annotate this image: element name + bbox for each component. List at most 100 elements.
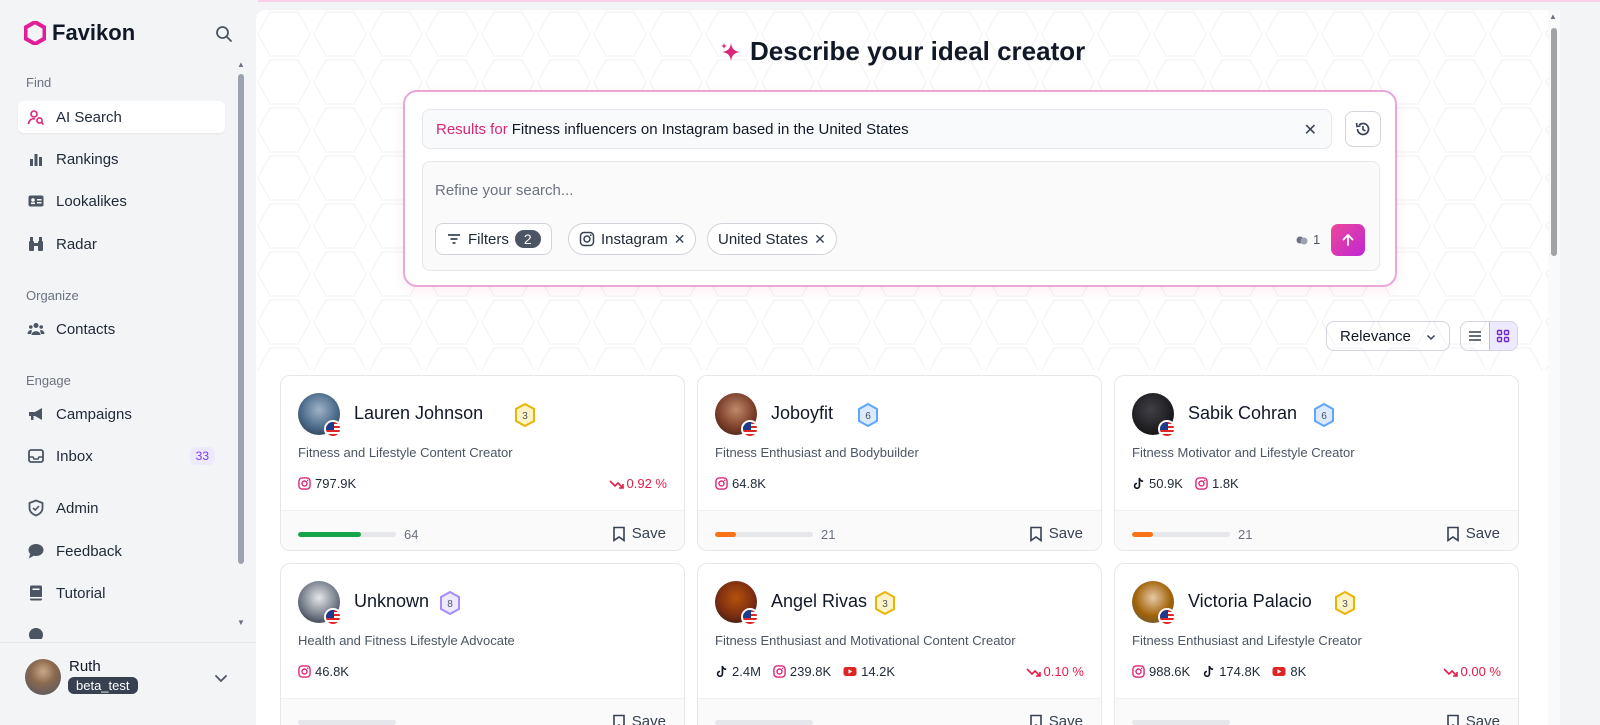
creator-stats: 988.6K 174.8K 8K [1132,664,1306,679]
stat-instagram: 64.8K [715,476,766,491]
sidebar-scrollbar[interactable]: ▲ ▼ [236,60,246,640]
user-role-badge: beta_test [68,677,138,694]
score-bar [298,532,396,537]
scrollbar-thumb[interactable] [1551,28,1557,256]
bar-chart-icon [30,154,42,166]
level-number: 6 [865,411,871,422]
card-footer: 21 Save [1115,510,1518,550]
sidebar-item-contacts[interactable]: Contacts [18,313,225,345]
view-toggle [1460,321,1518,351]
sidebar-item-inbox[interactable]: Inbox 33 [18,440,225,472]
save-label: Save [631,525,666,542]
save-label: Save [631,713,666,725]
grid-view-button[interactable] [1488,322,1517,350]
save-button[interactable]: Save [612,713,666,725]
save-button[interactable]: Save [1446,525,1500,542]
creator-card[interactable]: Victoria Palacio 3 Fitness Enthusiast an… [1114,563,1519,725]
card-footer: Save [698,698,1101,725]
hexagon-logo-icon [24,21,46,45]
scroll-up-arrow[interactable]: ▲ [1549,12,1557,21]
stat-value: 988.6K [1149,664,1191,679]
creator-name[interactable]: Unknown [354,591,429,612]
instagram-icon [715,477,728,490]
save-button[interactable]: Save [1446,713,1500,725]
user-menu[interactable]: Ruth beta_test [0,642,258,725]
sidebar-item-lookalikes[interactable]: Lookalikes [18,185,225,217]
scroll-down-arrow[interactable]: ▼ [236,618,246,628]
save-button[interactable]: Save [1029,713,1083,725]
shield-icon [28,499,44,517]
search-history-button[interactable] [1345,111,1381,147]
creator-name[interactable]: Lauren Johnson [354,403,483,424]
refine-search-input[interactable] [435,182,1135,199]
sidebar-item-ai-search[interactable]: AI Search [18,101,225,133]
creator-name[interactable]: Joboyfit [771,403,833,424]
creator-card[interactable]: Angel Rivas 3 Fitness Enthusiast and Mot… [697,563,1102,725]
search-icon[interactable] [214,24,234,44]
level-badge-icon: 3 [1335,591,1355,615]
youtube-icon [1272,667,1286,676]
clear-query-icon[interactable]: ✕ [1304,120,1317,140]
scrollbar-thumb[interactable] [238,74,244,564]
score-bar-fill [715,532,736,537]
creator-card[interactable]: Joboyfit 6 Fitness Enthusiast and Bodybu… [697,375,1102,551]
sidebar-item-feedback[interactable]: Feedback [18,535,225,567]
sidebar-item-rankings[interactable]: Rankings [18,143,225,175]
level-number: 3 [882,599,888,610]
creator-card[interactable]: Lauren Johnson 3 Fitness and Lifestyle C… [280,375,685,551]
score-bar [298,720,396,725]
remove-chip-icon[interactable]: ✕ [674,231,686,248]
section-label-organize: Organize [26,288,79,303]
creator-bio: Health and Fitness Lifestyle Advocate [298,633,515,648]
current-query[interactable]: Results for Fitness influencers on Insta… [422,109,1332,149]
level-badge-icon: 6 [858,403,878,427]
creator-bio: Fitness and Lifestyle Content Creator [298,445,513,460]
sidebar-item-campaigns[interactable]: Campaigns [18,398,225,430]
stat-value: 1.8K [1211,476,1239,491]
score-bar [715,720,813,725]
list-view-button[interactable] [1461,322,1489,350]
creator-card[interactable]: Sabik Cohran 6 Fitness Motivator and Lif… [1114,375,1519,551]
main-scrollbar[interactable]: ▲ [1548,10,1560,725]
stat-value: 8K [1290,664,1307,679]
creator-stats: 50.9K 1.8K [1132,476,1239,491]
sidebar-item-radar[interactable]: Radar [18,228,225,260]
list-icon [1468,331,1481,341]
sidebar-item-partial[interactable] [18,619,225,639]
user-search-icon [27,110,45,126]
tiktok-icon [1133,477,1144,490]
bookmark-icon [1029,526,1042,542]
stat-value: 64.8K [732,476,766,491]
chip-instagram[interactable]: Instagram ✕ [568,223,697,255]
stat-instagram: 797.9K [298,476,356,491]
save-button[interactable]: Save [612,525,666,542]
creator-name[interactable]: Sabik Cohran [1188,403,1297,424]
score-bar-fill [298,532,361,537]
stat-instagram: 988.6K [1132,664,1190,679]
scroll-up-arrow[interactable]: ▲ [236,60,246,70]
save-button[interactable]: Save [1029,525,1083,542]
results-for-label: Results for [436,120,508,138]
sort-select[interactable]: Relevance [1326,321,1450,351]
filters-button[interactable]: Filters 2 [435,223,552,255]
query-text: Fitness influencers on Instagram based i… [511,120,909,138]
brand-logo[interactable]: Favikon [24,20,135,46]
chip-country[interactable]: United States ✕ [707,223,837,255]
sparkles-icon [721,42,740,61]
creator-name[interactable]: Angel Rivas [771,591,867,612]
sidebar-item-admin[interactable]: Admin [18,492,225,524]
credit-counter: 1 [1295,232,1320,247]
instagram-icon [1132,665,1145,678]
avatar [25,659,61,695]
chevron-down-icon[interactable] [212,669,230,687]
card-footer: 64 Save [281,510,684,550]
coins-icon [1296,236,1308,244]
binoculars-icon [29,237,43,251]
stat-value: 14.2K [861,664,896,679]
creator-name[interactable]: Victoria Palacio [1188,591,1312,612]
sidebar-item-tutorial[interactable]: Tutorial [18,577,225,609]
us-flag-icon [324,608,342,626]
submit-search-button[interactable] [1331,224,1365,256]
creator-card[interactable]: Unknown 8 Health and Fitness Lifestyle A… [280,563,685,725]
remove-chip-icon[interactable]: ✕ [814,231,826,248]
